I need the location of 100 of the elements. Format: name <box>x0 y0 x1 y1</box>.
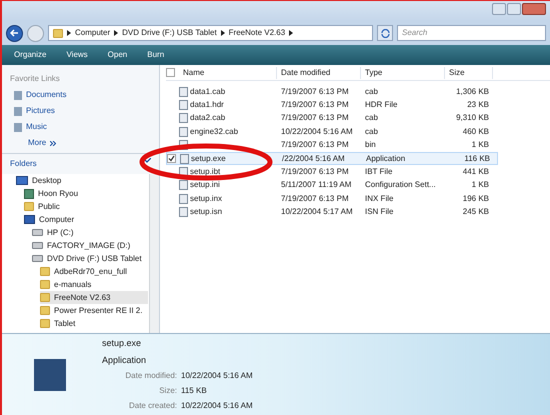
file-name: setup.exe <box>191 152 226 165</box>
file-name: setup.exe <box>102 337 142 350</box>
file-icon <box>179 100 188 110</box>
scrollbar[interactable] <box>149 174 159 333</box>
folder-tree-item[interactable]: FACTORY_IMAGE (D:) <box>32 239 148 252</box>
back-button[interactable] <box>6 24 23 42</box>
folder-tree-item[interactable]: DVD Drive (F:) USB Tablet <box>32 252 148 265</box>
file-icon <box>179 207 188 218</box>
drive-icon <box>32 255 43 262</box>
refresh-icon <box>380 28 390 38</box>
toolbar-button[interactable]: Open <box>104 49 132 61</box>
file-row[interactable]: setup.isn 10/22/2004 5:17 AM ISN File 245 KB <box>166 206 498 219</box>
size-cell-text: 1 KB <box>470 179 490 192</box>
date-cell-text: /22/2004 5:16 AM <box>281 152 346 165</box>
type-cell-text: INX File <box>364 192 394 205</box>
folder-tree-item[interactable]: FreeNote V2.63 <box>40 291 148 304</box>
chevron-icon <box>114 30 118 36</box>
file-type: Application <box>102 354 148 367</box>
date-cell-text: 7/19/2007 6:13 PM <box>280 112 350 124</box>
breadcrumb[interactable]: Computer <box>75 27 110 39</box>
user-icon <box>24 188 34 198</box>
favorite-link[interactable]: Documents <box>26 89 66 101</box>
type-cell-text: cab <box>364 86 379 98</box>
size-cell-text: 23 KB <box>466 99 490 112</box>
column-header[interactable]: Date modified <box>277 66 361 78</box>
field-label: Size: <box>158 385 177 397</box>
toolbar-button[interactable]: Organize <box>10 49 50 61</box>
column-header[interactable]: Type <box>361 66 445 78</box>
file-name: setup.ini <box>190 179 220 192</box>
folder-tree-item[interactable]: Hoon Ryou <box>24 187 148 200</box>
date-cell-text: 7/19/2007 6:13 PM <box>280 139 350 152</box>
type-cell-text: cab <box>364 112 379 124</box>
section-title: Folders <box>10 158 37 170</box>
type-cell-text: bin <box>364 139 377 152</box>
size-cell-text: 441 KB <box>462 166 490 178</box>
date-cell-text: 5/11/2007 11:19 AM <box>280 179 352 192</box>
folder-tree-item[interactable]: Desktop <box>16 174 148 187</box>
size-cell-text: 1,306 KB <box>455 86 490 98</box>
file-icon <box>179 86 188 97</box>
address-bar[interactable]: Computer DVD Drive (F:) USB Tablet FreeNote V2.63 <box>48 25 373 41</box>
close-button[interactable] <box>522 3 546 15</box>
file-icon <box>179 113 188 124</box>
search-input[interactable]: Search <box>402 27 541 39</box>
date-cell-text: 7/19/2007 6:13 PM <box>280 192 350 205</box>
drive-icon <box>32 229 43 236</box>
maximize-button[interactable] <box>507 3 521 15</box>
file-row[interactable]: setup.ini 5/11/2007 11:19 AM Configuration Sett... 1 KB <box>166 178 498 192</box>
folder-icon <box>24 202 34 211</box>
type-cell-text: IBT File <box>364 166 394 178</box>
chevron-icon <box>289 30 294 36</box>
favorite-link[interactable]: Music <box>26 121 47 133</box>
file-row[interactable]: data2.cab 7/19/2007 6:13 PM cab 9,310 KB <box>166 112 498 126</box>
toolbar-button[interactable]: Views <box>62 49 92 61</box>
minimize-button[interactable] <box>492 3 506 15</box>
monitor-icon <box>16 176 28 185</box>
more-link[interactable]: More <box>28 137 46 149</box>
search-field[interactable]: Search <box>397 25 546 41</box>
field-label: Date created: <box>128 400 177 412</box>
toolbar-button[interactable]: Burn <box>143 49 168 61</box>
refresh-button[interactable] <box>377 25 393 41</box>
date-cell-text: 7/19/2007 6:13 PM <box>280 166 350 178</box>
checkbox[interactable] <box>167 154 176 164</box>
type-cell-text: ISN File <box>364 206 394 218</box>
file-row[interactable]: setup.exe /22/2004 5:16 AM Application 116 KB <box>166 152 498 166</box>
folder-tree-item[interactable]: HP (C:) <box>32 226 148 239</box>
folder-tree-item[interactable]: Tablet <box>40 317 148 330</box>
field-label: Date modified: <box>124 370 177 382</box>
file-name: data2.cab <box>190 112 226 124</box>
file-icon <box>180 154 189 164</box>
column-header[interactable]: Name <box>179 66 277 78</box>
file-name: data1.cab <box>190 86 226 98</box>
file-row[interactable]: setup.ibt 7/19/2007 6:13 PM IBT File 441 KB <box>166 165 498 179</box>
field-value: 115 KB <box>181 385 207 397</box>
breadcrumb[interactable]: DVD Drive (F:) USB Tablet <box>122 27 217 39</box>
breadcrumb[interactable]: FreeNote V2.63 <box>228 27 286 39</box>
chevron-icon <box>67 30 71 36</box>
date-cell-text: 10/22/2004 5:17 AM <box>280 206 354 218</box>
folder-tree-item[interactable]: AdbeRdr70_enu_full <box>40 265 148 278</box>
type-cell-text: Configuration Sett... <box>364 179 437 192</box>
file-icon <box>179 126 188 137</box>
back-arrow-icon <box>10 29 19 37</box>
application-icon <box>34 358 66 390</box>
file-row[interactable]: data1.cab 7/19/2007 6:13 PM cab 1,306 KB <box>166 85 498 98</box>
section-title: Favorite Links <box>10 73 61 85</box>
column-header[interactable]: Size <box>445 66 493 78</box>
favorite-link[interactable]: Pictures <box>26 105 55 117</box>
double-chevron-icon <box>50 140 56 146</box>
folder-tree-item[interactable]: Public <box>24 200 148 213</box>
folder-tree-item[interactable]: Computer <box>24 213 148 226</box>
size-cell-text: 1 KB <box>470 139 490 152</box>
file-row[interactable]: engine32.cab 10/22/2004 5:16 AM cab 460 KB <box>166 125 498 139</box>
folder-tree-item[interactable]: Power Presenter RE II 2. <box>40 304 148 317</box>
file-name: data1.hdr <box>190 99 224 112</box>
date-cell-text: 7/19/2007 6:13 PM <box>280 86 350 98</box>
file-row[interactable]: setup.inx 7/19/2007 6:13 PM INX File 196 KB <box>166 192 498 206</box>
type-cell-text: HDR File <box>364 99 398 112</box>
file-row[interactable]: data1.hdr 7/19/2007 6:13 PM HDR File 23 KB <box>166 98 498 112</box>
folder-tree-item[interactable]: e-manuals <box>40 278 148 291</box>
computer-icon <box>24 215 35 224</box>
checkbox[interactable] <box>166 68 175 77</box>
